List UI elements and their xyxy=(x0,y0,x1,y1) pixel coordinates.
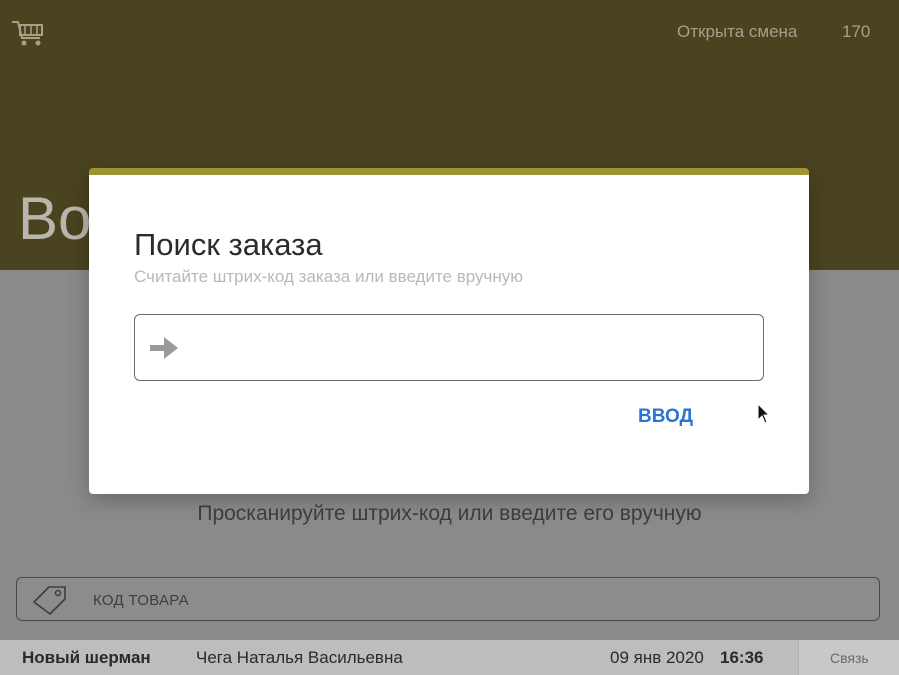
connection-button[interactable]: Связь xyxy=(798,640,899,675)
mouse-cursor-icon xyxy=(757,403,771,424)
price-tag-icon xyxy=(33,586,66,615)
order-search-dialog: Поиск заказа Считайте штрих-код заказа и… xyxy=(89,168,809,494)
order-code-input[interactable] xyxy=(195,325,754,372)
shopping-cart-icon[interactable] xyxy=(10,18,46,48)
connection-label: Связь xyxy=(830,650,869,666)
current-time: 16:36 xyxy=(720,648,764,667)
dialog-title: Поиск заказа xyxy=(134,227,323,262)
scan-hint: Просканируйте штрих-код или введите его … xyxy=(197,502,702,525)
shift-number: 170 xyxy=(842,22,871,41)
store-name: Новый шерман xyxy=(22,648,151,667)
dialog-subtitle: Считайте штрих-код заказа или введите вр… xyxy=(134,267,524,286)
order-code-field[interactable] xyxy=(134,314,764,381)
current-date: 09 янв 2020 xyxy=(610,648,704,667)
status-bar: Новый шерман Чега Наталья Васильевна 09 … xyxy=(0,640,899,675)
shift-status: Открыта смена xyxy=(677,22,798,41)
product-code-placeholder: КОД ТОВАРА xyxy=(93,592,189,609)
page-title: Во xyxy=(18,185,92,252)
arrow-right-icon xyxy=(150,337,178,359)
cashier-name: Чега Наталья Васильевна xyxy=(196,648,403,667)
enter-button[interactable]: ВВОД xyxy=(632,404,699,430)
product-code-input[interactable]: КОД ТОВАРА xyxy=(16,577,880,621)
